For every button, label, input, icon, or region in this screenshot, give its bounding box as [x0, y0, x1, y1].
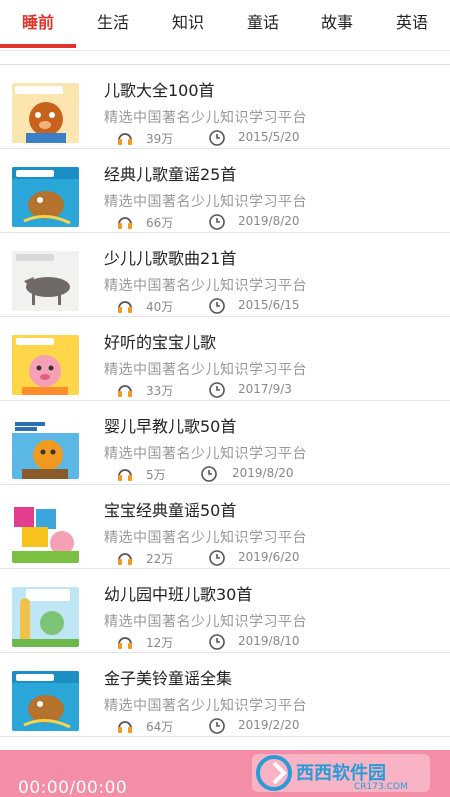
publish-date: 2019/6/20 — [238, 550, 300, 564]
album-list[interactable]: 儿歌大全100首 精选中国著名少儿知识学习平台 39万 2015/5/20 经典… — [0, 64, 450, 750]
album-title: 宝宝经典童谣50首 — [104, 501, 237, 520]
list-item[interactable]: 宝宝经典童谣50首 精选中国著名少儿知识学习平台 22万 2019/6/20 — [0, 485, 450, 569]
watermark-url: CR173.COM — [354, 782, 408, 792]
publish-date: 2019/2/20 — [238, 718, 300, 732]
publish-date: 2015/5/20 — [238, 130, 300, 144]
publish-date: 2019/8/20 — [238, 214, 300, 228]
play-count: 33万 — [146, 384, 174, 398]
album-title: 好听的宝宝儿歌 — [104, 333, 217, 352]
publish-date: 2019/8/20 — [232, 466, 294, 480]
album-description: 精选中国著名少儿知识学习平台 — [104, 698, 307, 714]
play-count: 5万 — [146, 468, 166, 482]
clock-icon — [209, 550, 225, 566]
headphones-icon — [118, 469, 132, 481]
album-title: 经典儿歌童谣25首 — [104, 165, 237, 184]
list-item[interactable]: 儿歌大全100首 精选中国著名少儿知识学习平台 39万 2015/5/20 — [0, 65, 450, 149]
play-count: 66万 — [146, 216, 174, 230]
play-count: 39万 — [146, 132, 174, 146]
clock-icon — [209, 298, 225, 314]
headphones-icon — [118, 217, 132, 229]
album-cover-image — [12, 83, 79, 143]
album-title: 少儿儿歌歌曲21首 — [104, 249, 237, 268]
headphones-icon — [118, 385, 132, 397]
tab-life[interactable]: 生活 — [76, 0, 150, 46]
list-item[interactable]: 幼儿园中班儿歌30首 精选中国著名少儿知识学习平台 12万 2019/8/10 — [0, 569, 450, 653]
clock-icon — [209, 718, 225, 734]
publish-date: 2017/9/3 — [238, 382, 292, 396]
play-count: 40万 — [146, 300, 174, 314]
watermark-text: 西西软件园 — [296, 762, 386, 784]
tab-story[interactable]: 故事 — [300, 0, 374, 46]
album-cover-image — [12, 671, 79, 731]
publish-date: 2019/8/10 — [238, 634, 300, 648]
tab-bedtime[interactable]: 睡前 — [0, 0, 76, 46]
list-item[interactable]: 婴儿早教儿歌50首 精选中国著名少儿知识学习平台 5万 2019/8/20 — [0, 401, 450, 485]
album-title: 儿歌大全100首 — [104, 81, 215, 100]
headphones-icon — [118, 553, 132, 565]
tab-fairy-tale[interactable]: 童话 — [226, 0, 300, 46]
headphones-icon — [118, 637, 132, 649]
album-description: 精选中国著名少儿知识学习平台 — [104, 362, 307, 378]
headphones-icon — [118, 133, 132, 145]
tab-english[interactable]: 英语 — [374, 0, 450, 46]
album-description: 精选中国著名少儿知识学习平台 — [104, 110, 307, 126]
album-cover-image — [12, 503, 79, 563]
publish-date: 2015/6/15 — [238, 298, 300, 312]
album-description: 精选中国著名少儿知识学习平台 — [104, 446, 307, 462]
tab-knowledge[interactable]: 知识 — [150, 0, 226, 46]
album-title: 幼儿园中班儿歌30首 — [104, 585, 253, 604]
list-item[interactable]: 经典儿歌童谣25首 精选中国著名少儿知识学习平台 66万 2019/8/20 — [0, 149, 450, 233]
list-item[interactable]: 少儿儿歌歌曲21首 精选中国著名少儿知识学习平台 40万 2015/6/15 — [0, 233, 450, 317]
tab-bar-divider — [0, 50, 450, 51]
clock-icon — [209, 130, 225, 146]
list-item[interactable]: 金子美铃童谣全集 精选中国著名少儿知识学习平台 64万 2019/2/20 — [0, 653, 450, 737]
site-watermark-logo: 西西软件园 CR173.COM — [252, 752, 432, 794]
album-description: 精选中国著名少儿知识学习平台 — [104, 278, 307, 294]
play-count: 12万 — [146, 636, 174, 650]
category-tab-bar: 睡前 生活 知识 童话 故事 英语 — [0, 0, 450, 50]
clock-icon — [209, 214, 225, 230]
clock-icon — [201, 466, 217, 482]
playback-time: 00:00/00:00 — [18, 778, 128, 797]
active-tab-indicator — [0, 44, 76, 48]
play-count: 64万 — [146, 720, 174, 734]
album-cover-image — [12, 587, 79, 647]
album-description: 精选中国著名少儿知识学习平台 — [104, 530, 307, 546]
album-cover-image — [12, 251, 79, 311]
album-description: 精选中国著名少儿知识学习平台 — [104, 194, 307, 210]
album-cover-image — [12, 167, 79, 227]
album-title: 婴儿早教儿歌50首 — [104, 417, 237, 436]
headphones-icon — [118, 721, 132, 733]
clock-icon — [209, 634, 225, 650]
album-title: 金子美铃童谣全集 — [104, 669, 233, 688]
album-cover-image — [12, 335, 79, 395]
list-item[interactable]: 好听的宝宝儿歌 精选中国著名少儿知识学习平台 33万 2017/9/3 — [0, 317, 450, 401]
headphones-icon — [118, 301, 132, 313]
album-description: 精选中国著名少儿知识学习平台 — [104, 614, 307, 630]
clock-icon — [209, 382, 225, 398]
play-count: 22万 — [146, 552, 174, 566]
album-cover-image — [12, 419, 79, 479]
